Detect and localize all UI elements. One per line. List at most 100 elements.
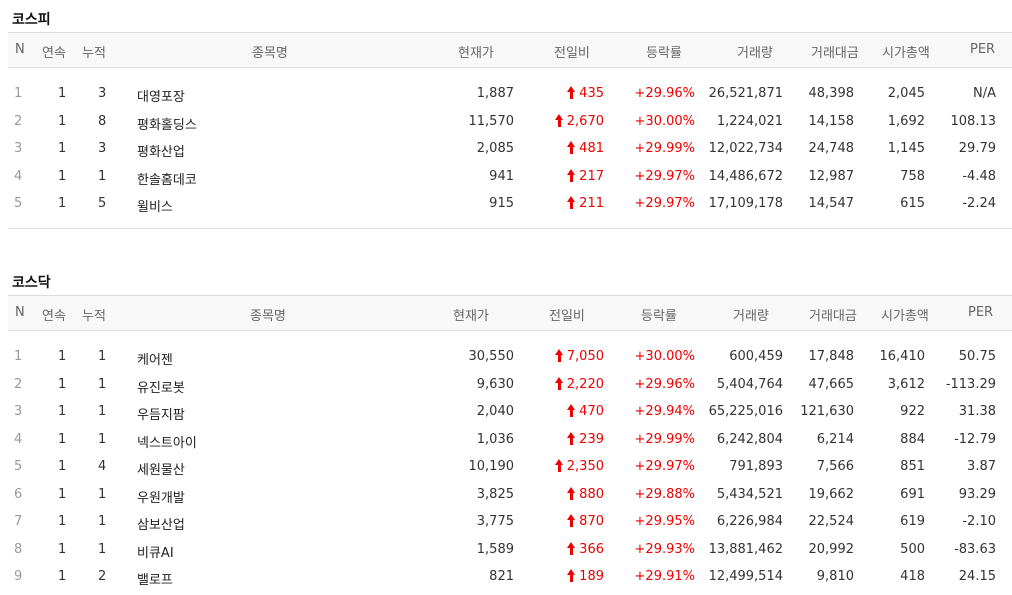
table-row[interactable]: 1 1 3 대영포장 1,887 435 +29.96% 26,521,871 48,398 2,… [8,81,1012,108]
cell-rate: +29.96% [634,86,695,101]
cell-streak: 1 [58,431,67,447]
cell-cum: 1 [98,486,107,502]
cell-volume: 600,459 [729,349,783,364]
cell-name[interactable]: 밸로프 [137,569,173,588]
cell-price: 3,775 [476,514,514,529]
table-row[interactable]: 5 1 5 윌비스 915 211 +29.97% 17,109,178 14,547 615 -2… [8,191,1012,218]
col-per[interactable]: PER [968,305,993,320]
col-name[interactable]: 종목명 [252,42,288,61]
cell-name[interactable]: 우듬지팜 [137,404,185,423]
col-trade-value[interactable]: 거래대금 [811,42,859,61]
cell-cum: 8 [98,113,107,129]
table-row[interactable]: 8 1 1 비큐AI 1,589 366 +29.93% 13,881,462 20,992 50… [8,537,1012,564]
cell-cum: 1 [98,541,107,557]
cell-streak: 1 [58,141,67,156]
cell-volume: 5,434,521 [716,486,783,502]
col-cumulative: 누적 [82,46,106,61]
col-trade-value[interactable]: 거래대금 [809,305,857,324]
cell-value: 22,524 [808,514,855,529]
cell-volume: 13,881,462 [708,541,783,557]
cell-name[interactable]: 우원개발 [137,487,185,506]
col-n: N [15,305,25,320]
change-value: 435 [579,86,604,101]
cell-per: N/A [973,86,996,101]
up-arrow-icon [567,486,576,500]
cell-cap: 691 [900,486,925,502]
col-price[interactable]: 현재가 [458,42,494,61]
cell-name[interactable]: 세원물산 [137,459,185,478]
cell-per: 93.29 [958,486,996,502]
table-row[interactable]: 1 1 1 케어젠 30,550 7,050 +30.00% 600,459 17,848 16,… [8,344,1012,371]
cell-cap: 758 [900,168,925,184]
cell-value: 14,547 [808,196,855,211]
col-price[interactable]: 현재가 [453,305,489,324]
cell-n: 1 [14,86,23,101]
cell-name[interactable]: 한솔홈데코 [137,169,197,188]
change-value: 2,670 [566,113,604,129]
col-per[interactable]: PER [970,42,995,57]
up-arrow-icon [567,168,576,182]
cell-name[interactable]: 대영포장 [137,86,185,105]
cell-name[interactable]: 비큐AI [137,542,174,561]
up-arrow-icon [567,431,576,445]
col-volume[interactable]: 거래량 [737,42,773,61]
cell-name[interactable]: 넥스트아이 [137,432,197,451]
col-streak: 연속 [42,46,66,61]
cell-cap: 1,692 [887,113,925,129]
table-row[interactable]: 5 1 4 세원물산 10,190 2,350 +29.97% 791,893 7,566 851… [8,454,1012,481]
cell-streak: 1 [58,86,67,101]
table-row[interactable]: 2 1 8 평화홀딩스 11,570 2,670 +30.00% 1,224,021 14,15… [8,109,1012,136]
cell-name[interactable]: 케어젠 [137,349,173,368]
cell-rate: +29.97% [634,168,695,184]
cell-price: 1,036 [476,431,514,447]
col-change[interactable]: 전일비 [554,42,590,61]
cell-name[interactable]: 평화산업 [137,141,185,160]
cell-cap: 619 [900,514,925,529]
table-row[interactable]: 3 1 1 우듬지팜 2,040 470 +29.94% 65,225,016 121,630 9… [8,399,1012,426]
table-row[interactable]: 3 1 3 평화산업 2,085 481 +29.99% 12,022,734 24,748 1,… [8,136,1012,163]
table-row[interactable]: 2 1 1 유진로봇 9,630 2,220 +29.96% 5,404,764 47,665 3… [8,372,1012,399]
table-row[interactable]: 7 1 1 삼보산업 3,775 870 +29.95% 6,226,984 22,524 619… [8,509,1012,536]
cell-n: 7 [14,514,23,529]
cell-cum: 1 [98,376,107,392]
table-header: N 연속 누적 종목명 현재가 전일비 등락률 거래량 거래대금 시가총액 PE… [8,295,1012,331]
cell-per: 108.13 [950,113,997,129]
kospi-section: 코스피 N 연속 누적 종목명 현재가 전일비 등락률 거래량 거래대금 시가총… [8,0,1012,232]
cell-n: 1 [14,349,23,364]
cell-per: 3.87 [967,459,996,474]
col-rate[interactable]: 등락률 [641,305,677,324]
cell-volume: 12,022,734 [708,141,783,156]
cell-volume: 1,224,021 [716,113,783,129]
cell-price: 9,630 [476,376,514,392]
cell-name[interactable]: 평화홀딩스 [137,114,197,133]
col-name[interactable]: 종목명 [250,305,286,324]
cell-value: 24,748 [808,141,855,156]
cell-price: 941 [489,168,514,184]
table-row[interactable]: 4 1 1 넥스트아이 1,036 239 +29.99% 6,242,804 6,214 884… [8,427,1012,454]
cell-name[interactable]: 삼보산업 [137,514,185,533]
col-change[interactable]: 전일비 [549,305,585,324]
section-title: 코스닥 [12,275,51,291]
up-arrow-icon [567,86,576,99]
change-value: 870 [579,514,604,529]
cell-cum: 5 [98,196,107,211]
cell-cum: 1 [98,349,107,364]
col-market-cap[interactable]: 시가총액 [881,305,929,324]
table-row[interactable]: 6 1 1 우원개발 3,825 880 +29.88% 5,434,521 19,662 691… [8,482,1012,509]
cell-price: 3,825 [476,486,514,502]
change-value: 880 [579,486,604,502]
cell-cap: 884 [900,431,925,447]
cell-n: 3 [14,404,23,419]
table-row[interactable]: 4 1 1 한솔홈데코 941 217 +29.97% 14,486,672 12,987 758… [8,164,1012,191]
cell-name[interactable]: 윌비스 [137,196,173,215]
cell-rate: +29.88% [634,486,695,502]
up-arrow-icon [567,404,576,417]
cell-value: 7,566 [816,459,854,474]
cell-cap: 615 [900,196,925,211]
col-volume[interactable]: 거래량 [733,305,769,324]
cell-streak: 1 [58,168,67,184]
col-rate[interactable]: 등락률 [646,42,682,61]
table-row[interactable]: 9 1 2 밸로프 821 189 +29.91% 12,499,514 9,810 418 24.… [8,564,1012,591]
cell-name[interactable]: 유진로봇 [137,377,185,396]
col-market-cap[interactable]: 시가총액 [882,42,930,61]
